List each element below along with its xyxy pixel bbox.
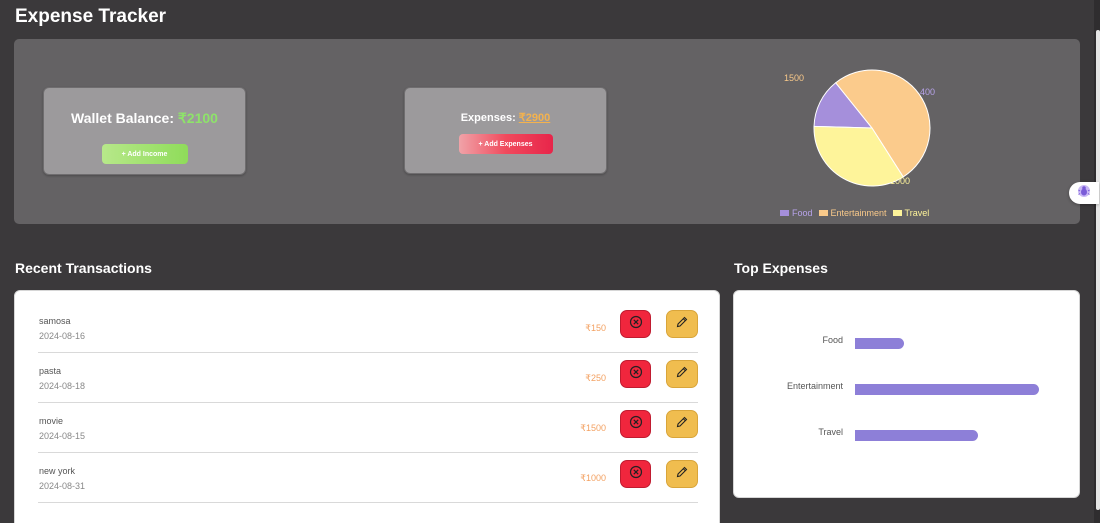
delete-transaction-button[interactable] — [620, 360, 651, 388]
recent-transactions-title: Recent Transactions — [15, 260, 152, 276]
wallet-balance-heading: Wallet Balance: ₹2100 — [71, 110, 218, 127]
bug-icon — [1077, 184, 1091, 203]
transaction-row: new york 2024-08-31 ₹1000 — [38, 453, 698, 503]
wallet-balance-label: Wallet Balance: — [71, 110, 174, 126]
legend-item-travel[interactable]: Travel — [892, 208, 930, 218]
wallet-balance-amount: ₹2100 — [177, 110, 218, 126]
top-expenses-panel: Food Entertainment Travel — [733, 290, 1080, 498]
expense-pie-chart: 1500 400 1000 — [774, 61, 974, 226]
pencil-icon — [675, 315, 689, 334]
delete-transaction-button[interactable] — [620, 460, 651, 488]
add-expenses-button[interactable]: + Add Expenses — [458, 134, 553, 154]
add-income-button[interactable]: + Add Income — [101, 144, 188, 164]
legend-swatch-food — [780, 210, 789, 216]
legend-swatch-travel — [892, 210, 902, 216]
legend-label-food: Food — [792, 208, 813, 218]
transaction-row: pasta 2024-08-18 ₹250 — [38, 353, 698, 403]
summary-panel: Wallet Balance: ₹2100 + Add Income Expen… — [14, 39, 1080, 224]
pencil-icon — [675, 465, 689, 484]
pie-chart-svg — [813, 69, 931, 187]
transaction-name: samosa — [39, 316, 71, 326]
legend-label-travel: Travel — [904, 208, 930, 218]
wallet-card: Wallet Balance: ₹2100 + Add Income — [43, 87, 246, 175]
pie-label-travel: 1000 — [890, 176, 911, 186]
transaction-name: movie — [39, 416, 64, 426]
bar-label-travel: Travel — [818, 427, 843, 437]
close-circle-icon — [629, 315, 643, 334]
close-circle-icon — [629, 365, 643, 384]
transaction-amount: ₹150 — [585, 323, 606, 333]
bar-entertainment — [855, 384, 1039, 395]
expenses-amount: ₹2900 — [518, 112, 551, 124]
delete-transaction-button[interactable] — [620, 410, 651, 438]
close-circle-icon — [629, 415, 643, 434]
delete-transaction-button[interactable] — [620, 310, 651, 338]
recent-transactions-panel: samosa 2024-08-16 ₹150 pasta 2024-08-18 … — [14, 290, 720, 523]
transaction-date: 2024-08-15 — [39, 431, 86, 441]
pie-legend: Food Entertainment Travel — [780, 208, 929, 218]
transaction-row: samosa 2024-08-16 ₹150 — [38, 303, 698, 353]
expenses-card: Expenses: ₹2900 + Add Expenses — [404, 87, 607, 174]
transaction-date: 2024-08-16 — [39, 331, 86, 341]
scrollbar-thumb[interactable] — [1096, 30, 1100, 510]
transaction-amount: ₹1000 — [580, 473, 606, 483]
legend-swatch-entertainment — [818, 210, 828, 216]
transaction-amount: ₹250 — [585, 373, 606, 383]
transaction-name: pasta — [39, 366, 62, 376]
edit-transaction-button[interactable] — [666, 360, 698, 388]
edit-transaction-button[interactable] — [666, 460, 698, 488]
transaction-amount: ₹1500 — [580, 423, 606, 433]
transaction-name: new york — [39, 466, 76, 476]
bar-travel — [855, 430, 978, 441]
legend-label-entertainment: Entertainment — [830, 208, 887, 218]
pie-label-entertainment: 1500 — [784, 73, 805, 83]
edit-transaction-button[interactable] — [666, 410, 698, 438]
pencil-icon — [675, 365, 689, 384]
bar-label-food: Food — [822, 335, 843, 345]
pie-label-food: 400 — [920, 87, 936, 97]
page-title: Expense Tracker — [15, 6, 167, 27]
expenses-label: Expenses: — [460, 112, 516, 124]
scrollbar-track[interactable] — [1094, 0, 1100, 523]
floating-helper-button[interactable] — [1069, 182, 1099, 204]
close-circle-icon — [629, 465, 643, 484]
pencil-icon — [675, 415, 689, 434]
legend-item-food[interactable]: Food — [780, 208, 813, 218]
edit-transaction-button[interactable] — [666, 310, 698, 338]
top-expenses-title: Top Expenses — [734, 260, 828, 276]
transaction-row: movie 2024-08-15 ₹1500 — [38, 403, 698, 453]
transaction-date: 2024-08-18 — [39, 381, 86, 391]
bar-label-entertainment: Entertainment — [786, 381, 843, 391]
transaction-date: 2024-08-31 — [39, 481, 86, 491]
legend-item-entertainment[interactable]: Entertainment — [818, 208, 887, 218]
expenses-heading: Expenses: ₹2900 — [461, 111, 551, 124]
bar-food — [855, 338, 904, 349]
